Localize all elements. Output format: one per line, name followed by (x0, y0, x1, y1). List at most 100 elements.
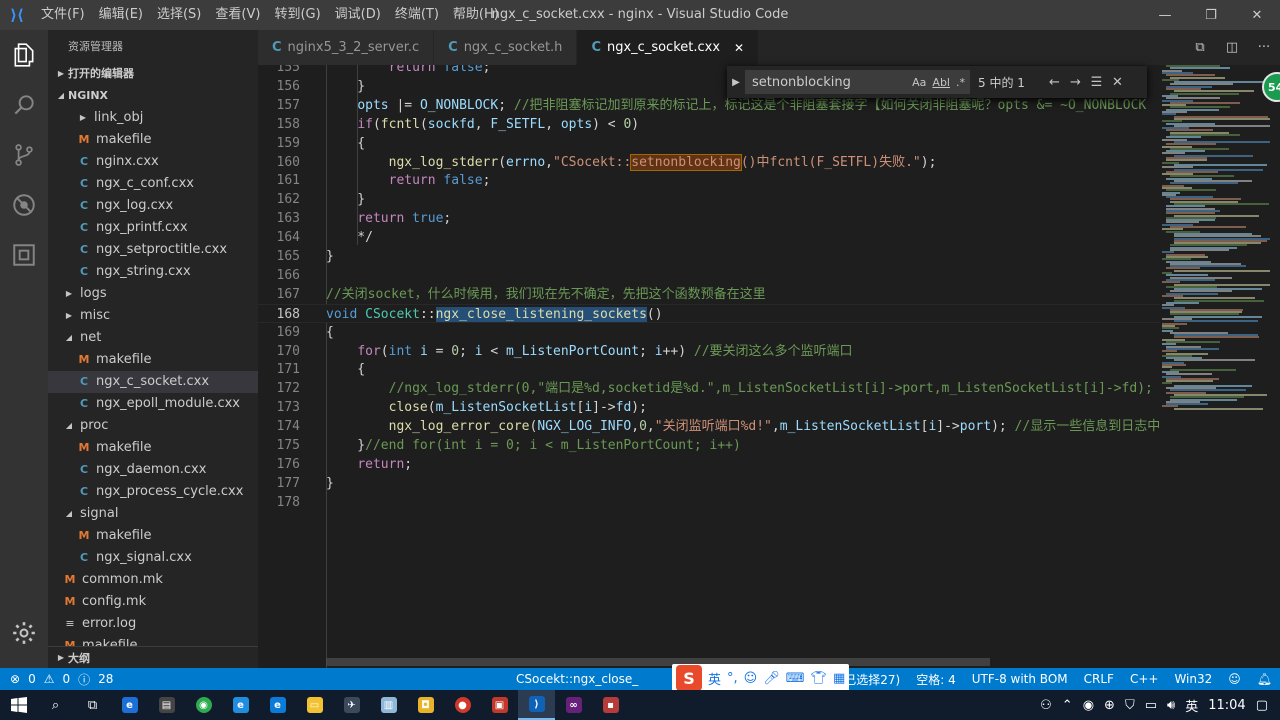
minimap[interactable] (1160, 65, 1270, 668)
open-editors-section[interactable]: ▶ 打开的编辑器 (48, 63, 258, 85)
warning-count[interactable]: 0 (62, 672, 70, 686)
match-word-toggle[interactable]: Abl (932, 76, 950, 89)
code-line[interactable]: 160 ngx_log_stderr(errno,"CSocekt::setno… (258, 153, 1160, 172)
tree-item[interactable]: Cngx_daemon.cxx (48, 459, 258, 481)
people-icon[interactable]: ⚇ (1040, 698, 1052, 713)
open-changes-icon[interactable]: ⧉ (1184, 40, 1216, 55)
info-count[interactable]: 28 (98, 672, 113, 686)
tree-item[interactable]: Cngx_log.cxx (48, 195, 258, 217)
ime-emoji-icon[interactable]: ☺ (744, 671, 758, 686)
menu-terminal[interactable]: 终端(T) (388, 0, 446, 30)
code-line[interactable]: 164 */ (258, 228, 1160, 247)
tree-item[interactable]: Cngx_process_cycle.cxx (48, 481, 258, 503)
ime-keyboard-icon[interactable]: ⌨ (786, 671, 805, 686)
ime-tray-label[interactable]: 英 (1185, 696, 1198, 715)
notepad-icon[interactable]: ▥ (370, 690, 407, 720)
source-control-icon[interactable] (0, 130, 48, 180)
menu-file[interactable]: 文件(F) (34, 0, 92, 30)
code-line[interactable]: 166 (258, 266, 1160, 285)
previous-match-icon[interactable]: ← (1044, 75, 1065, 90)
code-line[interactable]: 162 } (258, 190, 1160, 209)
ime-tools-icon[interactable]: ▦ (833, 671, 845, 686)
tree-item[interactable]: Cnginx.cxx (48, 151, 258, 173)
match-case-toggle[interactable]: Aa (912, 76, 926, 89)
code-line[interactable]: 172 //ngx_log_stderr(0,"端口是%d,socketid是%… (258, 379, 1160, 398)
menu-help[interactable]: 帮助(H) (446, 0, 506, 30)
edge-browser-icon[interactable]: e (259, 690, 296, 720)
code-line[interactable]: 171 { (258, 360, 1160, 379)
tree-item[interactable]: Cngx_c_conf.cxx (48, 173, 258, 195)
file-explorer-icon[interactable]: ▭ (296, 690, 333, 720)
debug-icon[interactable] (0, 180, 48, 230)
code-line[interactable]: 159 { (258, 134, 1160, 153)
tree-item[interactable]: Cngx_signal.cxx (48, 547, 258, 569)
current-symbol[interactable]: CSocekt::ngx_close_ (508, 672, 646, 686)
close-find-icon[interactable]: ✕ (1107, 75, 1128, 90)
encoding-status[interactable]: UTF-8 with BOM (964, 672, 1076, 686)
action-center-icon[interactable]: ▢ (1256, 698, 1268, 713)
network-icon[interactable]: ▭ (1145, 698, 1157, 713)
code-line[interactable]: 167 //关闭socket，什么时候用，我们现在先不确定，先把这个函数预备在这里 (258, 285, 1160, 304)
tree-item[interactable]: Cngx_epoll_module.cxx (48, 393, 258, 415)
find-input[interactable]: setnonblocking Aa Abl .* (745, 70, 970, 94)
vscode-taskbar-icon[interactable]: ⟩ (518, 690, 555, 720)
windows-start-icon[interactable] (0, 690, 37, 720)
extensions-icon[interactable] (0, 230, 48, 280)
tree-item[interactable]: ▶ link_obj (48, 107, 258, 129)
tree-item[interactable]: ▶ logs (48, 283, 258, 305)
code-line[interactable]: 175 }//end for(int i = 0; i < m_ListenPo… (258, 436, 1160, 455)
code-line[interactable]: 170 for(int i = 0; i < m_ListenPortCount… (258, 342, 1160, 361)
regex-toggle[interactable]: .* (956, 76, 965, 89)
tree-item[interactable]: ≡ error.log (48, 613, 258, 635)
split-editor-icon[interactable]: ◫ (1216, 40, 1248, 55)
tree-item[interactable]: Mmakefile (48, 525, 258, 547)
code-line[interactable]: 174 ngx_log_error_core(NGX_LOG_INFO,0,"关… (258, 417, 1160, 436)
sogou-logo-icon[interactable]: S (676, 665, 702, 691)
clock[interactable]: 11:04 (1208, 698, 1245, 713)
tree-item[interactable]: ◢ signal (48, 503, 258, 525)
workspace-root[interactable]: ◢ NGINX (48, 85, 258, 107)
app-yellow-icon[interactable]: ◘ (407, 690, 444, 720)
feedback-smiley-icon[interactable]: ☺ (1220, 672, 1249, 686)
ime-skin-icon[interactable]: 👕︎ (811, 671, 828, 686)
tree-item[interactable]: Cngx_printf.cxx (48, 217, 258, 239)
code-line[interactable]: 161 return false; (258, 171, 1160, 190)
code-line[interactable]: 165} (258, 247, 1160, 266)
menu-go[interactable]: 转到(G) (267, 0, 327, 30)
app-bird-icon[interactable]: ✈ (333, 690, 370, 720)
tree-item[interactable]: Cngx_c_socket.cxx (48, 371, 258, 393)
error-count[interactable]: 0 (28, 672, 36, 686)
maximize-button[interactable]: ❐ (1188, 0, 1234, 30)
toggle-replace-icon[interactable]: ▶ (727, 77, 745, 88)
tray-record-icon[interactable]: ◉ (1083, 698, 1094, 713)
close-window-button[interactable]: ✕ (1234, 0, 1280, 30)
ie-browser-icon[interactable]: e (222, 690, 259, 720)
code-line[interactable]: 177} (258, 474, 1160, 493)
tree-item[interactable]: Cngx_setproctitle.cxx (48, 239, 258, 261)
app-misc-icon[interactable]: ▪ (592, 690, 629, 720)
tree-item[interactable]: ▶ misc (48, 305, 258, 327)
vertical-scrollbar[interactable] (1270, 65, 1280, 668)
code-line[interactable]: 173 close(m_ListenSocketList[i]->fd); (258, 398, 1160, 417)
code-editor[interactable]: 155 return false; 156 } 157 opts |= O_NONB… (258, 65, 1160, 668)
code-line[interactable]: 157 opts |= O_NONBLOCK; //把非阻塞标记加到原来的标记上… (258, 96, 1160, 115)
menu-selection[interactable]: 选择(S) (150, 0, 208, 30)
tree-item[interactable]: ◢ proc (48, 415, 258, 437)
tab-ngx-c-socket-h[interactable]: C ngx_c_socket.h (434, 30, 578, 65)
search-icon[interactable] (0, 80, 48, 130)
eol-status[interactable]: CRLF (1076, 672, 1122, 686)
code-line[interactable]: 168 void CSocekt::ngx_close_listening_soc… (258, 303, 1160, 323)
tree-item[interactable]: ◢ net (48, 327, 258, 349)
notifications-bell-icon[interactable]: 🔔︎ (1249, 672, 1280, 686)
visual-studio-icon[interactable]: ∞ (555, 690, 592, 720)
tray-chevron-up-icon[interactable]: ⌃ (1062, 698, 1073, 713)
minimize-button[interactable]: — (1142, 0, 1188, 30)
tab-close-icon[interactable]: ✕ (734, 41, 744, 55)
tree-item[interactable]: Cngx_string.cxx (48, 261, 258, 283)
tree-item[interactable]: Mmakefile (48, 129, 258, 151)
ime-voice-icon[interactable]: 🎤︎ (763, 671, 780, 686)
tree-item[interactable]: Mmakefile (48, 349, 258, 371)
code-line[interactable]: 169 { (258, 323, 1160, 342)
menu-edit[interactable]: 编辑(E) (92, 0, 150, 30)
tab-nginx5-3-2-server[interactable]: C nginx5_3_2_server.c (258, 30, 435, 65)
